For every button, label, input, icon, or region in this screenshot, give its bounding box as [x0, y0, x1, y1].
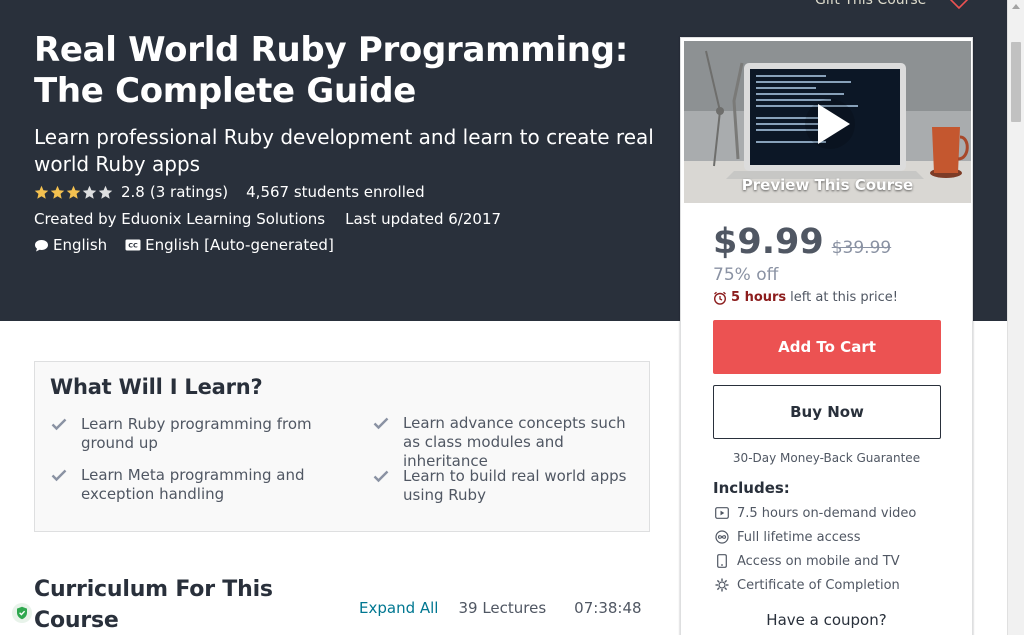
curriculum-heading: Curriculum For This Course	[34, 577, 273, 633]
page-scrollbar[interactable]	[1007, 0, 1024, 635]
learn-item-text: Learn to build real world apps using Rub…	[403, 467, 627, 504]
star-empty-icon	[82, 185, 97, 199]
what-will-i-learn: What Will I Learn? Learn Ruby programmin…	[34, 361, 650, 532]
includes-list: 7.5 hours on-demand video Full lifetime …	[713, 501, 916, 597]
learn-item-text: Learn Meta programming and exception han…	[81, 466, 305, 503]
learn-item: Learn Meta programming and exception han…	[51, 466, 321, 504]
certificate-icon	[715, 578, 729, 592]
check-icon	[373, 470, 389, 483]
rating-value: 2.8	[121, 183, 145, 201]
lecture-count: 39 Lectures	[458, 599, 547, 617]
speech-bubble-icon	[35, 239, 48, 251]
closed-captions-icon: CC	[125, 239, 141, 251]
language-row: English CC English [Auto-generated]	[34, 236, 352, 254]
infinity-icon	[715, 530, 729, 544]
current-price: $9.99	[713, 222, 824, 262]
include-item: 7.5 hours on-demand video	[713, 501, 916, 525]
course-landing-page: Gift This Course Real World Ruby Program…	[0, 0, 1024, 635]
star-empty-icon	[98, 185, 113, 199]
mobile-icon	[717, 554, 727, 568]
total-duration: 07:38:48	[574, 599, 642, 617]
captions-item: CC English [Auto-generated]	[125, 236, 334, 254]
include-item: Certificate of Completion	[713, 573, 916, 597]
coupon-link[interactable]: Have a coupon?	[681, 611, 972, 629]
learn-item: Learn Ruby programming from ground up	[51, 415, 321, 453]
language-label: English	[53, 236, 108, 254]
enrolled-count: 4,567 students enrolled	[246, 183, 425, 201]
star-full-icon	[66, 185, 81, 199]
course-title: Real World Ruby Programming: The Complet…	[34, 30, 628, 111]
preview-video[interactable]: Preview This Course	[684, 41, 971, 203]
alarm-clock-icon	[713, 291, 727, 305]
svg-text:CC: CC	[128, 242, 138, 250]
learn-item-text: Learn Ruby programming from ground up	[81, 415, 312, 452]
wishlist-heart-icon[interactable]	[948, 0, 970, 10]
check-icon	[51, 469, 67, 482]
meta-row: Created by Eduonix Learning Solutions La…	[34, 210, 501, 228]
includes-heading: Includes:	[713, 479, 790, 497]
learn-item: Learn advance concepts such as class mod…	[373, 414, 643, 471]
include-item: Full lifetime access	[713, 525, 916, 549]
money-back-guarantee: 30-Day Money-Back Guarantee	[732, 451, 921, 465]
price-timer: 5 hours left at this price!	[713, 290, 898, 305]
expand-all-link[interactable]: Expand All	[359, 599, 438, 617]
add-to-cart-button[interactable]: Add To Cart	[713, 320, 941, 374]
learn-item: Learn to build real world apps using Rub…	[373, 467, 643, 505]
learn-item-text: Learn advance concepts such as class mod…	[403, 414, 626, 470]
learn-heading: What Will I Learn?	[50, 375, 263, 399]
curriculum-stats: Expand All 39 Lectures 07:38:48	[359, 599, 642, 617]
discount-label: 75% off	[713, 265, 779, 285]
star-rating	[34, 185, 113, 200]
last-updated: Last updated 6/2017	[345, 210, 502, 228]
ratings-count[interactable]: (3 ratings)	[150, 183, 228, 201]
price-row: $9.99 $39.99	[713, 222, 891, 262]
star-full-icon	[34, 185, 49, 199]
include-item-label: Full lifetime access	[737, 529, 861, 545]
rating-row: 2.8 (3 ratings) 4,567 students enrolled	[34, 183, 425, 201]
include-item-label: 7.5 hours on-demand video	[737, 505, 917, 521]
include-item: Access on mobile and TV	[713, 549, 916, 573]
timer-hours: 5 hours	[731, 290, 787, 305]
star-full-icon	[50, 185, 65, 199]
check-icon	[373, 417, 389, 430]
security-shield-icon[interactable]	[12, 603, 32, 623]
buy-now-button[interactable]: Buy Now	[713, 385, 941, 439]
language-item: English	[34, 236, 107, 254]
preview-label[interactable]: Preview This Course	[684, 176, 971, 194]
include-item-label: Access on mobile and TV	[737, 553, 900, 569]
include-item-label: Certificate of Completion	[737, 577, 900, 593]
check-icon	[51, 418, 67, 431]
timer-text: left at this price!	[790, 290, 898, 305]
course-subtitle: Learn professional Ruby development and …	[34, 125, 654, 176]
purchase-sidebar: Preview This Course $9.99 $39.99 75% off…	[680, 37, 973, 635]
original-price: $39.99	[831, 238, 892, 258]
captions-label: English [Auto-generated]	[145, 236, 334, 254]
scroll-thumb[interactable]	[1011, 42, 1021, 122]
gift-course-link[interactable]: Gift This Course	[815, 0, 926, 8]
instructor-credit[interactable]: Created by Eduonix Learning Solutions	[34, 210, 325, 228]
scroll-up-arrow-icon[interactable]	[1012, 4, 1020, 9]
video-icon	[715, 507, 729, 519]
